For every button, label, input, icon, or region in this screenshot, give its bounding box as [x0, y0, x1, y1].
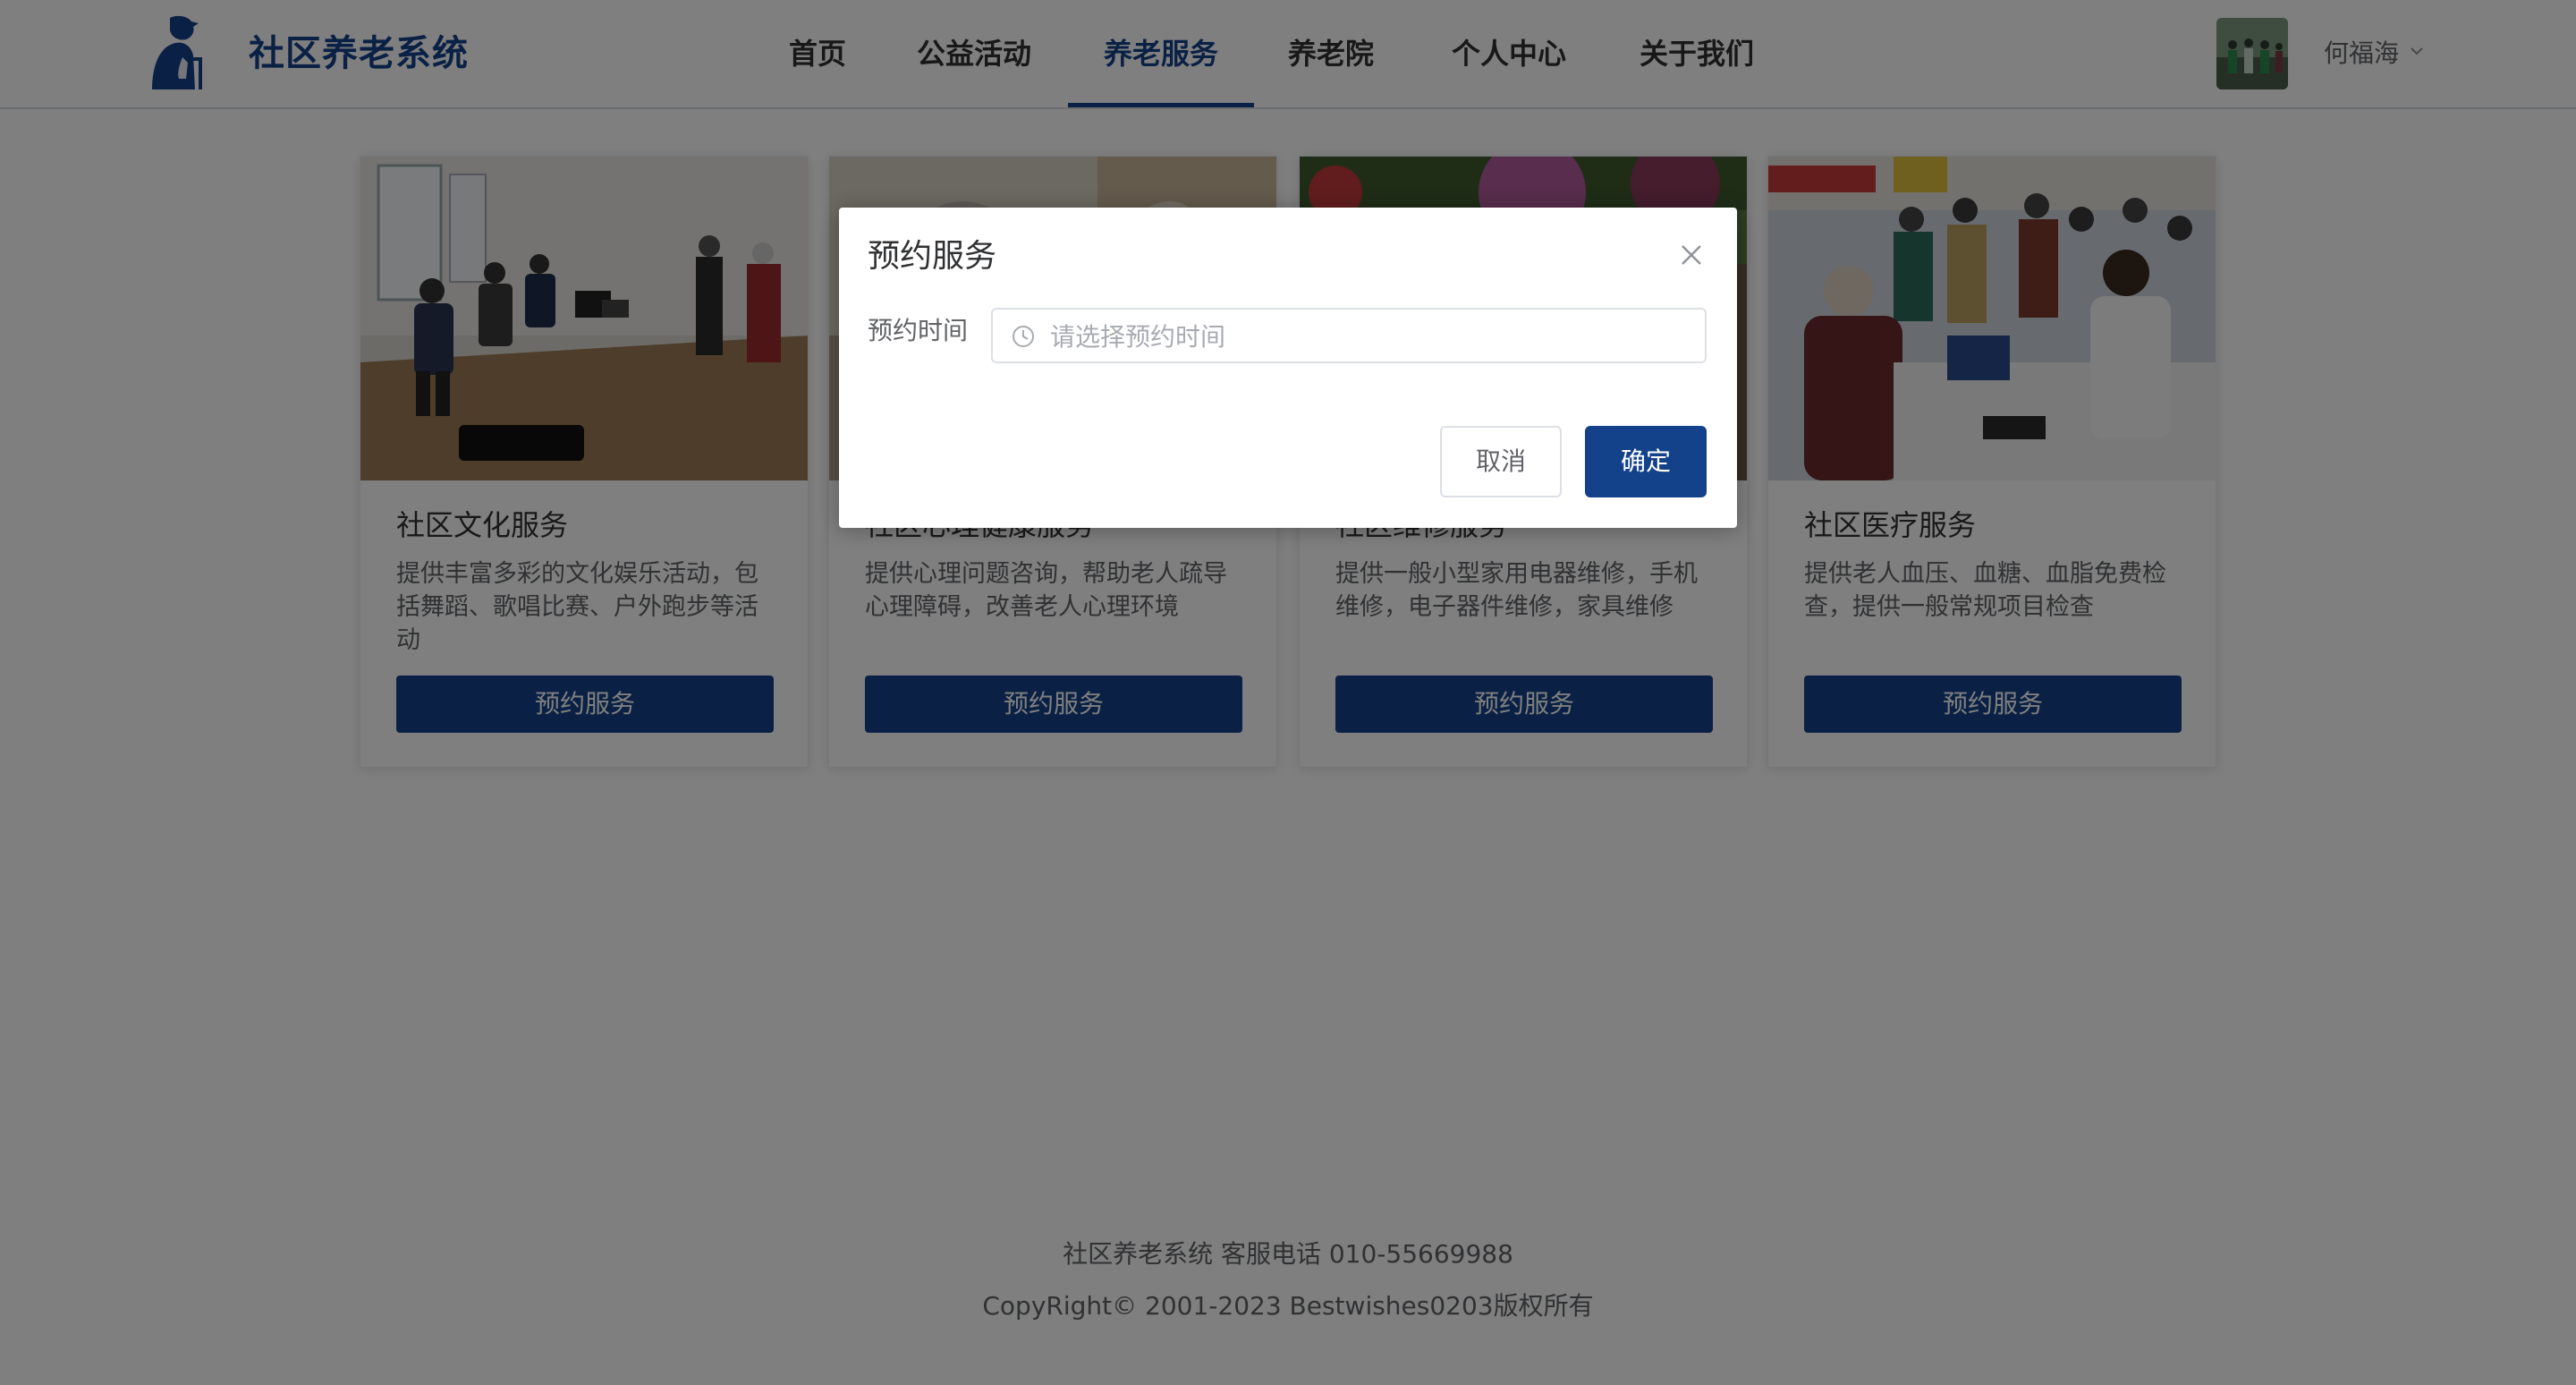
confirm-button[interactable]: 确定: [1585, 426, 1707, 497]
booking-time-input[interactable]: [1050, 317, 1676, 356]
cancel-button[interactable]: 取消: [1440, 426, 1562, 497]
booking-dialog: 预约服务 预约时间 取消 确定: [839, 208, 1737, 528]
close-icon[interactable]: [1680, 243, 1703, 267]
dialog-title: 预约服务: [868, 238, 997, 275]
booking-time-picker[interactable]: [991, 308, 1707, 363]
clock-icon: [1013, 326, 1034, 347]
booking-time-label: 预约时间: [868, 316, 969, 345]
